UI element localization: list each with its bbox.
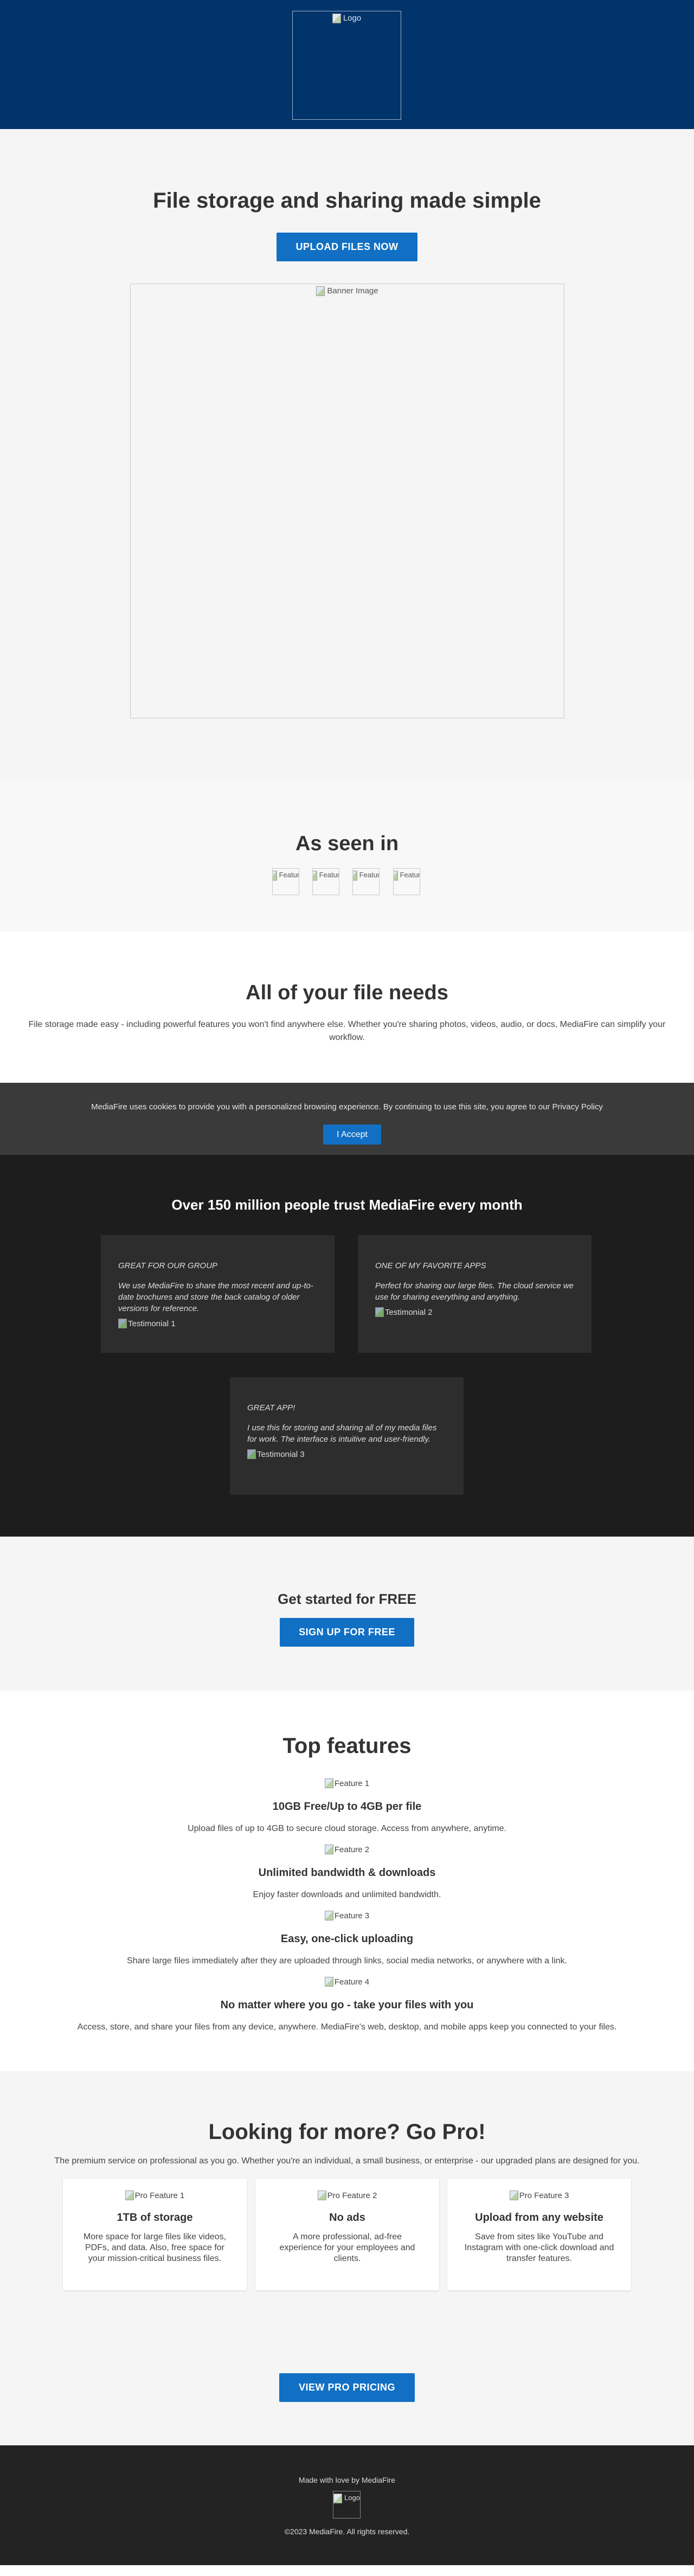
feature-text: Upload files of up to 4GB to secure clou… <box>188 1824 506 1833</box>
testimonial-image: Testimonial 2 <box>375 1307 574 1317</box>
testimonial-card: GREAT FOR OUR GROUP We use MediaFire to … <box>101 1235 335 1353</box>
pricing-section: VIEW PRO PRICING <box>0 2330 694 2445</box>
hero-section: File storage and sharing made simple UPL… <box>0 129 694 781</box>
pro-feature-card: Pro Feature 2 No ads A more professional… <box>255 2179 439 2290</box>
testimonial-card: ONE OF MY FAVORITE APPS Perfect for shar… <box>358 1235 592 1353</box>
pro-feature-text: More space for large files like videos, … <box>83 2232 227 2263</box>
as-seen-in-title: As seen in <box>295 832 399 855</box>
footer-made-with: Made with love by MediaFire <box>298 2476 396 2484</box>
pro-feature-title: 1TB of storage <box>117 2212 193 2224</box>
testimonial-quote: I use this for storing and sharing all o… <box>247 1423 437 1444</box>
feature-image: Feature 1 <box>325 1778 369 1788</box>
pro-feature-card: Pro Feature 3 Upload from any website Sa… <box>447 2179 631 2290</box>
testimonial-heading: GREAT FOR OUR GROUP <box>118 1261 218 1270</box>
feature-item: Feature 3 Easy, one-click uploading Shar… <box>0 1911 694 1966</box>
footer-copyright: ©2023 MediaFire. All rights reserved. <box>284 2527 410 2536</box>
press-logo-alt: Feature <box>313 871 339 881</box>
pro-feature-image: Pro Feature 3 <box>510 2190 569 2200</box>
pro-feature-text: Save from sites like YouTube and Instagr… <box>464 2232 614 2263</box>
testimonial-heading: GREAT APP! <box>247 1403 295 1412</box>
press-logo: Feature <box>352 868 380 895</box>
pro-feature-image: Pro Feature 2 <box>318 2190 377 2200</box>
footer-logo-alt: Logo <box>333 2494 360 2503</box>
feature-text: Enjoy faster downloads and unlimited ban… <box>253 1890 441 1899</box>
file-needs-title: All of your file needs <box>246 981 448 1004</box>
press-logo: Feature <box>272 868 299 895</box>
cookie-accept-button[interactable]: I Accept <box>323 1125 381 1145</box>
testimonials-title: Over 150 million people trust MediaFire … <box>171 1197 523 1213</box>
testimonial-quote: Perfect for sharing our large files. The… <box>375 1281 574 1302</box>
pro-feature-image: Pro Feature 1 <box>125 2190 185 2200</box>
go-pro-title: Looking for more? Go Pro! <box>208 2120 486 2144</box>
feature-image: Feature 2 <box>325 1845 369 1854</box>
banner-image-alt: Banner Image <box>316 286 378 296</box>
testimonial-card: GREAT APP! I use this for storing and sh… <box>230 1377 464 1495</box>
get-started-section: Get started for FREE SIGN UP FOR FREE <box>0 1537 694 1691</box>
banner-image: Banner Image <box>130 284 564 718</box>
feature-title: No matter where you go - take your files… <box>220 1999 474 2011</box>
feature-item: Feature 2 Unlimited bandwidth & download… <box>0 1845 694 1900</box>
view-pro-pricing-button[interactable]: VIEW PRO PRICING <box>279 2373 415 2402</box>
testimonial-heading: ONE OF MY FAVORITE APPS <box>375 1261 486 1270</box>
site-header: Logo <box>0 0 694 129</box>
header-logo-image[interactable]: Logo <box>292 11 401 120</box>
hero-title: File storage and sharing made simple <box>153 189 541 213</box>
testimonial-image: Testimonial 1 <box>118 1319 317 1328</box>
feature-item: Feature 4 No matter where you go - take … <box>0 1977 694 2032</box>
feature-image: Feature 4 <box>325 1977 369 1987</box>
testimonial-quote: We use MediaFire to share the most recen… <box>118 1281 313 1313</box>
footer-logo-image[interactable]: Logo <box>333 2491 361 2519</box>
feature-item: Feature 1 10GB Free/Up to 4GB per file U… <box>0 1778 694 1834</box>
press-logo-alt: Feature <box>273 871 299 881</box>
cookie-banner: MediaFire uses cookies to provide you wi… <box>0 1083 694 1155</box>
feature-text: Access, store, and share your files from… <box>77 2022 617 2032</box>
get-started-title: Get started for FREE <box>278 1591 416 1607</box>
file-needs-section: All of your file needs File storage made… <box>0 932 694 1083</box>
feature-text: Share large files immediately after they… <box>127 1956 567 1965</box>
upload-files-button[interactable]: UPLOAD FILES NOW <box>277 233 417 261</box>
pro-feature-card: Pro Feature 1 1TB of storage More space … <box>63 2179 247 2290</box>
file-needs-text: File storage made easy - including power… <box>28 1020 666 1042</box>
header-logo-alt: Logo <box>332 14 361 23</box>
pro-feature-text: A more professional, ad-free experience … <box>279 2232 415 2263</box>
go-pro-text: The premium service on professional as y… <box>54 2156 640 2166</box>
press-logo: Feature <box>312 868 339 895</box>
feature-title: Easy, one-click uploading <box>280 1933 414 1945</box>
pro-feature-title: Upload from any website <box>475 2212 603 2224</box>
feature-image: Feature 3 <box>325 1911 369 1920</box>
testimonial-image: Testimonial 3 <box>247 1449 446 1459</box>
site-footer: Made with love by MediaFire Logo ©2023 M… <box>0 2445 694 2565</box>
sign-up-button[interactable]: SIGN UP FOR FREE <box>280 1618 414 1647</box>
press-logo-alt: Feature <box>394 871 420 881</box>
go-pro-section: Looking for more? Go Pro! The premium se… <box>0 2071 694 2330</box>
as-seen-in-section: As seen in Feature Feature Feature Featu… <box>0 781 694 932</box>
pro-feature-title: No ads <box>329 2212 365 2224</box>
cookie-text: MediaFire uses cookies to provide you wi… <box>91 1102 603 1112</box>
top-features-section: Top features Feature 1 10GB Free/Up to 4… <box>0 1691 694 2071</box>
feature-title: 10GB Free/Up to 4GB per file <box>272 1801 422 1813</box>
press-logo-alt: Feature <box>353 871 379 881</box>
feature-title: Unlimited bandwidth & downloads <box>258 1867 436 1879</box>
press-logo: Feature <box>393 868 420 895</box>
top-features-title: Top features <box>282 1734 412 1758</box>
testimonials-section: Over 150 million people trust MediaFire … <box>0 1155 694 1537</box>
